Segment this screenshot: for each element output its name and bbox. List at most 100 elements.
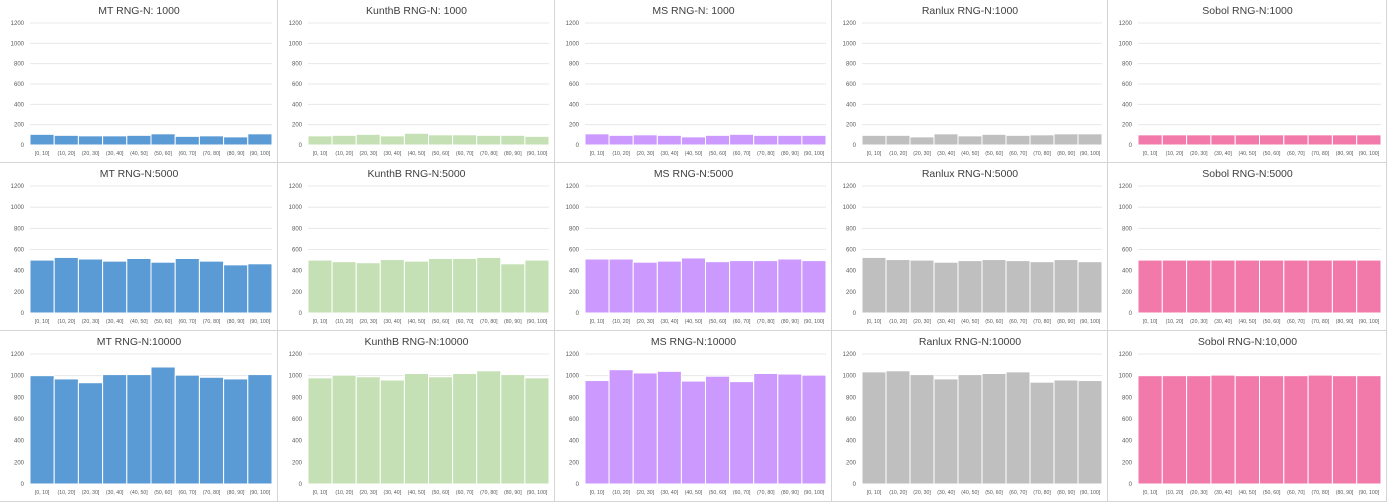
x-tick-label: (40, 50] [130, 319, 148, 325]
y-tick-label: 800 [14, 226, 25, 232]
x-tick-label: (40, 50] [961, 151, 979, 157]
histogram-bar [126, 257, 152, 314]
x-tick-label: (10, 20] [612, 490, 630, 496]
x-tick-label: (50, 60] [985, 319, 1003, 325]
histogram-bar [608, 134, 634, 146]
histogram-chart: KunthB RNG-N: 1000 0 200 400 600 800 1000 1200 [… [278, 0, 555, 163]
x-tick-label: (40, 50] [961, 490, 979, 496]
histogram-chart: KunthB RNG-N:5000 0 200 400 600 800 1000 1200 [0… [278, 163, 555, 331]
histogram-bar [223, 136, 249, 146]
x-tick-label: (20, 30] [1190, 319, 1208, 325]
x-tick-label: (30, 40] [384, 490, 402, 496]
y-tick-label: 400 [846, 269, 857, 275]
histogram-bar [452, 134, 478, 146]
x-tick-label: (80, 90] [781, 490, 799, 496]
histogram-bar [1259, 134, 1285, 146]
histogram-bar [705, 134, 731, 146]
x-tick-label: (60, 70] [179, 151, 197, 157]
histogram-bar [355, 262, 381, 314]
histogram-bar [126, 134, 152, 146]
x-tick-label: (20, 30] [1190, 490, 1208, 496]
histogram-bar [53, 378, 79, 485]
histogram-bar [1005, 260, 1031, 314]
y-tick-label: 0 [299, 482, 303, 488]
x-tick-label: (40, 50] [685, 490, 703, 496]
histogram-bar [1234, 134, 1260, 146]
histogram-bar [957, 374, 983, 485]
x-tick-label: (40, 50] [408, 151, 426, 157]
x-tick-label: (70, 80] [1311, 151, 1329, 157]
y-tick-label: 1200 [1119, 184, 1133, 190]
x-tick-label: (50, 60] [432, 151, 450, 157]
x-tick-label: (60, 70] [179, 490, 197, 496]
y-tick-label: 200 [569, 123, 580, 129]
y-tick-label: 600 [1122, 82, 1133, 88]
y-tick-label: 1200 [1119, 352, 1133, 358]
x-tick-label: (70, 80] [480, 151, 498, 157]
y-tick-label: 600 [14, 248, 25, 254]
histogram-bar [1356, 259, 1382, 314]
histogram-svg: KunthB RNG-N:10000 0 200 400 600 800 1000 1200 [… [289, 336, 550, 496]
x-tick-label: (80, 90] [781, 151, 799, 157]
y-tick-label: 800 [569, 395, 580, 401]
y-tick-label: 1000 [843, 41, 857, 47]
y-tick-label: 400 [846, 439, 857, 445]
histogram-bar [1053, 259, 1079, 314]
x-tick-label: (50, 60] [154, 151, 172, 157]
x-tick-label: (20, 30] [82, 490, 100, 496]
histogram-bar [933, 378, 959, 485]
y-tick-label: 1200 [11, 184, 25, 190]
histogram-bar [632, 134, 658, 146]
x-tick-label: (60, 70] [733, 490, 751, 496]
histogram-bar [632, 372, 658, 485]
histogram-bar [500, 134, 526, 146]
x-tick-label: (80, 90] [1336, 151, 1354, 157]
histogram-bar [77, 135, 104, 146]
y-tick-label: 400 [292, 269, 303, 275]
histogram-bar [729, 133, 755, 146]
histogram-bar [1053, 133, 1079, 146]
histogram-bar [379, 379, 405, 485]
histogram-bar [1029, 261, 1055, 314]
histogram-bar [1161, 134, 1188, 146]
x-tick-label: (50, 60] [154, 490, 172, 496]
chart-title: Ranlux RNG-N:5000 [922, 168, 1018, 180]
x-tick-label: (40, 50] [685, 319, 703, 325]
x-tick-label: (30, 40] [384, 319, 402, 325]
x-tick-label: [0, 10] [35, 490, 50, 496]
y-tick-label: 1000 [566, 205, 580, 211]
histogram-svg: Ranlux RNG-N:10000 0 200 400 600 800 1000 1200 [… [843, 336, 1103, 496]
y-tick-label: 0 [576, 143, 580, 149]
x-tick-label: (60, 70] [1287, 319, 1305, 325]
x-tick-label: [0, 10] [1143, 319, 1158, 325]
y-tick-label: 600 [846, 248, 857, 254]
histogram-bar [777, 134, 803, 146]
y-tick-label: 400 [292, 439, 303, 445]
y-tick-label: 200 [292, 290, 303, 296]
histogram-bar [1210, 134, 1236, 146]
x-tick-label: (50, 60] [1263, 490, 1281, 496]
histogram-bar [1137, 375, 1163, 485]
x-tick-label: (20, 30] [359, 151, 377, 157]
x-tick-label: (60, 70] [456, 151, 474, 157]
y-tick-label: 1200 [566, 21, 580, 27]
histogram-bar [379, 135, 405, 146]
histogram-bar [331, 134, 357, 146]
y-tick-label: 600 [14, 82, 25, 88]
histogram-bar [1077, 380, 1103, 485]
y-tick-label: 200 [1122, 460, 1133, 466]
y-tick-label: 0 [1129, 143, 1133, 149]
histogram-bar [29, 133, 55, 146]
x-tick-label: (90, 100] [1359, 151, 1380, 157]
x-tick-label: (10, 20] [612, 151, 630, 157]
y-tick-label: 1000 [566, 374, 580, 380]
histogram-bar [909, 374, 935, 485]
x-tick-label: (70, 80] [757, 319, 775, 325]
x-tick-label: (10, 20] [335, 319, 353, 325]
y-tick-label: 1000 [1119, 205, 1133, 211]
x-tick-label: (60, 70] [733, 151, 751, 157]
histogram-bar [403, 260, 430, 314]
x-tick-label: (40, 50] [1239, 319, 1257, 325]
histogram-bar [584, 258, 610, 314]
x-tick-label: [0, 10] [1143, 490, 1158, 496]
